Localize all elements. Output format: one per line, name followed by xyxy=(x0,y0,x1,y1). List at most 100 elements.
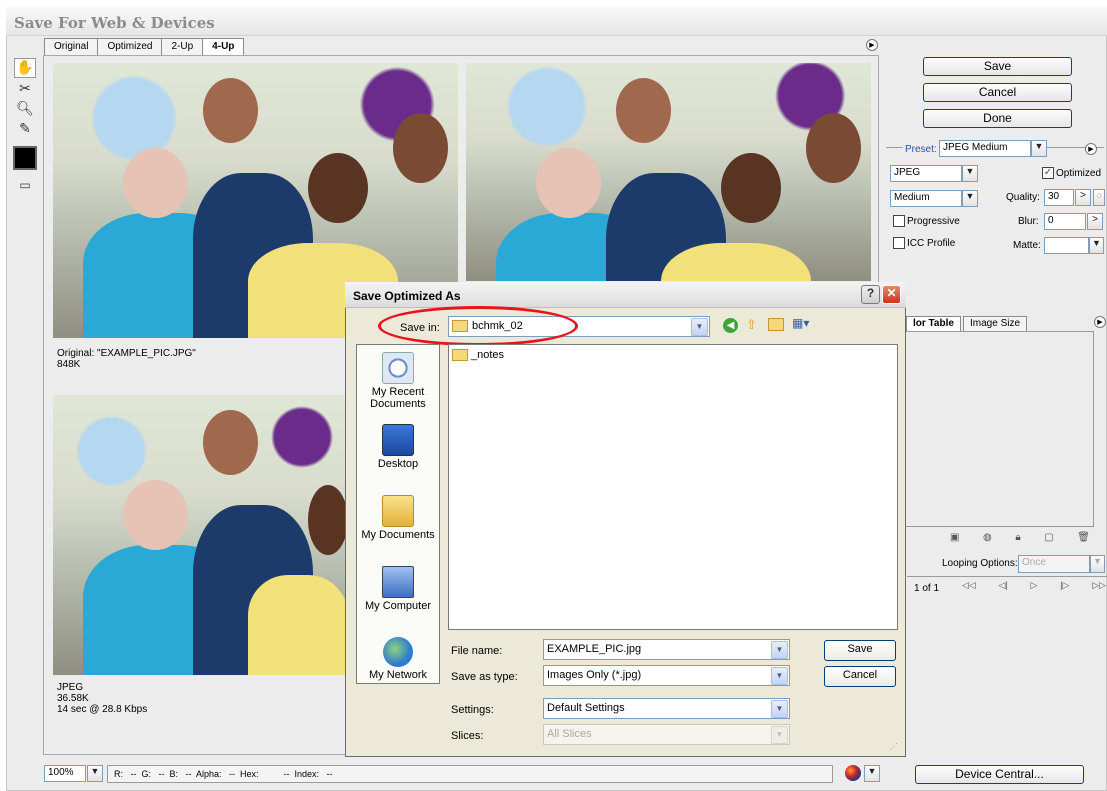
save-in-highlight xyxy=(378,306,578,346)
original-pane-info: Original: "EXAMPLE_PIC.JPG" 848K xyxy=(57,348,196,370)
place-label: My Computer xyxy=(364,600,432,612)
quality-level-dropdown-icon[interactable]: ▼ xyxy=(962,190,978,207)
place-desktop[interactable]: Desktop xyxy=(356,424,440,470)
settings-dropdown-icon[interactable]: ▼ xyxy=(771,700,788,718)
tab-color-table[interactable]: lor Table xyxy=(906,316,961,331)
format-select[interactable]: JPEG xyxy=(890,165,962,182)
delete-color-icon[interactable]: 🗑︎ xyxy=(1077,532,1090,546)
quality-level-select[interactable]: Medium xyxy=(890,190,962,207)
looping-options-label: Looping Options: xyxy=(942,558,1018,569)
quality-label: Quality: xyxy=(1006,192,1040,203)
file-name: _notes xyxy=(471,349,505,361)
zoom-dropdown-icon[interactable]: ▼ xyxy=(87,765,103,782)
save-button[interactable]: Save xyxy=(923,57,1072,76)
zoom-tool-icon[interactable]: 🔍︎ xyxy=(14,100,36,120)
map-transparent-icon[interactable]: ▣ xyxy=(950,532,959,546)
matte-dropdown-icon[interactable]: ▼ xyxy=(1089,237,1104,254)
optimized-checkbox[interactable]: ✓ xyxy=(1042,167,1054,179)
place-my-recent-documents[interactable]: My Recent Documents xyxy=(356,352,440,410)
slice-select-tool-icon[interactable]: ✂ xyxy=(14,80,36,100)
hand-tool-icon[interactable]: ✋ xyxy=(14,58,36,78)
blur-input[interactable]: 0 xyxy=(1044,213,1086,230)
matte-select[interactable] xyxy=(1044,237,1089,254)
back-icon[interactable]: ◀ xyxy=(723,318,738,333)
quality-channel-icon[interactable]: ◌ xyxy=(1093,189,1105,206)
dialog-cancel-button[interactable]: Cancel xyxy=(824,666,896,687)
original-filename: Original: "EXAMPLE_PIC.JPG" xyxy=(57,348,196,359)
settings-select[interactable]: Default Settings ▼ xyxy=(543,698,790,719)
next-frame-icon[interactable]: |▷ xyxy=(1060,580,1069,595)
color-table-area xyxy=(905,331,1094,527)
resize-grip-icon[interactable]: ⋰ xyxy=(890,742,902,754)
eyedropper-tool-icon[interactable]: ✎ xyxy=(14,120,36,140)
looping-options-select[interactable]: Once xyxy=(1018,555,1090,573)
lock-color-icon[interactable]: 🔒︎ xyxy=(1015,532,1020,546)
folder-icon xyxy=(452,349,468,362)
dialog-save-button[interactable]: Save xyxy=(824,640,896,661)
quality-arrow-icon[interactable]: > xyxy=(1075,189,1091,206)
new-color-icon[interactable]: ▢ xyxy=(1044,532,1053,546)
view-tabs: Original Optimized 2-Up 4-Up xyxy=(44,38,245,55)
color-table-menu-icon[interactable]: ▶ xyxy=(1094,316,1106,328)
web-shift-icon[interactable]: ◍ xyxy=(983,532,992,546)
eyedropper-color-swatch[interactable] xyxy=(13,146,37,170)
slices-dropdown-icon[interactable]: ▼ xyxy=(771,726,788,744)
tab-2-up[interactable]: 2-Up xyxy=(161,38,204,55)
tab-original[interactable]: Original xyxy=(44,38,99,55)
my-network-icon xyxy=(383,637,413,667)
format-dropdown-icon[interactable]: ▼ xyxy=(962,165,978,182)
new-folder-icon[interactable] xyxy=(768,318,784,331)
optimized-size: 36.58K xyxy=(57,693,89,704)
tab-image-size[interactable]: Image Size xyxy=(963,316,1028,331)
toggle-slices-icon[interactable]: ▭ xyxy=(14,178,36,198)
settings-label: Settings: xyxy=(451,704,494,716)
prev-frame-icon[interactable]: ◁| xyxy=(999,580,1008,595)
zoom-select[interactable]: 100% xyxy=(44,765,86,782)
cancel-button[interactable]: Cancel xyxy=(923,83,1072,102)
file-name-value: EXAMPLE_PIC.jpg xyxy=(547,643,642,655)
save-as-type-dropdown-icon[interactable]: ▼ xyxy=(771,667,788,685)
preset-select[interactable]: JPEG Medium xyxy=(939,140,1031,157)
download-time: 14 sec @ 28.8 Kbps xyxy=(57,704,148,715)
file-name-input[interactable]: EXAMPLE_PIC.jpg ▼ xyxy=(543,639,790,660)
matte-label: Matte: xyxy=(1013,240,1041,251)
slices-value: All Slices xyxy=(547,728,592,740)
place-my-computer[interactable]: My Computer xyxy=(356,566,440,612)
place-my-network[interactable]: My Network xyxy=(356,637,440,681)
view-menu-icon[interactable]: ▶ xyxy=(866,39,878,51)
looping-dropdown-icon[interactable]: ▼ xyxy=(1090,555,1105,573)
blur-arrow-icon[interactable]: > xyxy=(1087,213,1103,230)
tab-optimized[interactable]: Optimized xyxy=(97,38,163,55)
icc-profile-checkbox[interactable] xyxy=(893,237,905,249)
last-frame-icon[interactable]: ▷▷ xyxy=(1092,580,1106,595)
file-item-notes[interactable]: _notes xyxy=(452,349,505,362)
optimized-image-2 xyxy=(53,395,346,675)
save-in-dropdown-icon[interactable]: ▼ xyxy=(691,318,708,336)
file-name-dropdown-icon[interactable]: ▼ xyxy=(771,641,788,659)
color-readout: R: -- G: -- B: -- Alpha: -- Hex: -- Inde… xyxy=(107,765,833,783)
color-table-toolbar: ▣ ◍ 🔒︎ ▢ 🗑︎ xyxy=(950,532,1090,546)
first-frame-icon[interactable]: ◁◁ xyxy=(962,580,976,595)
device-central-button[interactable]: Device Central... xyxy=(915,765,1084,784)
place-my-documents[interactable]: My Documents xyxy=(356,495,440,541)
views-menu-icon[interactable]: ▦▾ xyxy=(792,316,816,332)
blur-label: Blur: xyxy=(1018,216,1039,227)
quality-input[interactable]: 30 xyxy=(1044,189,1074,206)
tab-4-up[interactable]: 4-Up xyxy=(202,38,245,55)
optimized-image-1 xyxy=(466,63,871,281)
done-button[interactable]: Done xyxy=(923,109,1072,128)
save-as-type-select[interactable]: Images Only (*.jpg) ▼ xyxy=(543,665,790,686)
preset-dropdown-icon[interactable]: ▼ xyxy=(1031,140,1047,157)
close-icon[interactable]: ✕ xyxy=(882,285,901,304)
place-label: My Recent Documents xyxy=(370,386,426,410)
slices-select[interactable]: All Slices ▼ xyxy=(543,724,790,745)
up-folder-icon[interactable]: ⇧ xyxy=(746,317,762,333)
play-icon[interactable]: ▷ xyxy=(1031,580,1038,595)
preset-menu-icon[interactable]: ▶ xyxy=(1085,143,1097,155)
browser-dropdown-icon[interactable]: ▼ xyxy=(864,765,880,782)
help-button[interactable]: ? xyxy=(861,285,880,304)
preview-browser-icon[interactable] xyxy=(845,765,861,781)
file-list[interactable] xyxy=(448,344,898,630)
progressive-checkbox[interactable] xyxy=(893,215,905,227)
frame-counter: 1 of 1 xyxy=(914,583,940,594)
